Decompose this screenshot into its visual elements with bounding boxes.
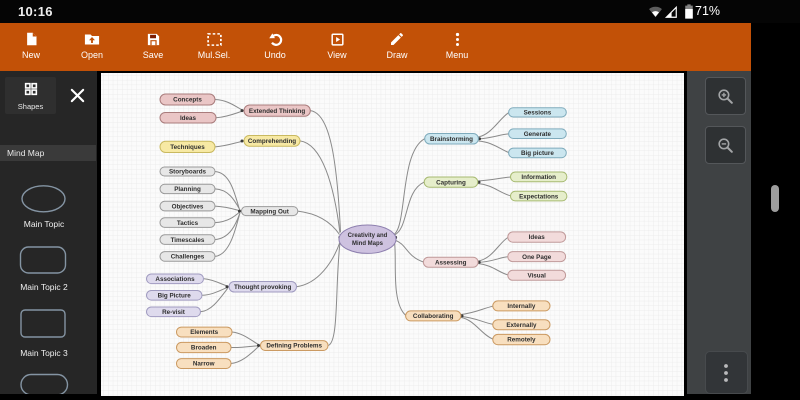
svg-text:Internally: Internally xyxy=(507,303,535,310)
svg-text:Mind Maps: Mind Maps xyxy=(352,241,384,247)
svg-text:Ideas: Ideas xyxy=(529,234,546,241)
svg-text:Challenges: Challenges xyxy=(171,254,205,261)
svg-text:Storyboards: Storyboards xyxy=(169,169,207,176)
svg-text:Narrow: Narrow xyxy=(193,361,215,368)
svg-text:Tactics: Tactics xyxy=(177,220,199,227)
svg-text:Concepts: Concepts xyxy=(173,97,202,104)
svg-text:Expectations: Expectations xyxy=(519,193,559,200)
svg-text:Capturing: Capturing xyxy=(436,179,466,186)
svg-text:One Page: One Page xyxy=(522,254,552,261)
svg-text:Defining Problems: Defining Problems xyxy=(266,343,322,350)
svg-text:Sessions: Sessions xyxy=(524,110,552,117)
svg-text:Objectives: Objectives xyxy=(172,203,204,210)
svg-text:Extended Thinking: Extended Thinking xyxy=(249,108,305,115)
svg-text:Externally: Externally xyxy=(506,322,537,329)
svg-text:Techniques: Techniques xyxy=(170,144,205,151)
svg-text:Visual: Visual xyxy=(527,273,546,280)
svg-text:Broaden: Broaden xyxy=(191,345,217,352)
svg-text:Big picture: Big picture xyxy=(521,150,554,157)
svg-text:Information: Information xyxy=(521,174,556,181)
svg-text:Timescales: Timescales xyxy=(171,237,205,244)
svg-text:Planning: Planning xyxy=(174,186,201,193)
svg-text:Big Picture: Big Picture xyxy=(158,293,192,300)
svg-text:Comprehending: Comprehending xyxy=(248,138,296,145)
svg-text:Re-visit: Re-visit xyxy=(162,309,186,316)
svg-text:Collaborating: Collaborating xyxy=(413,313,454,320)
svg-text:Creativity and: Creativity and xyxy=(348,233,388,239)
svg-text:Ideas: Ideas xyxy=(180,115,197,122)
svg-text:Associations: Associations xyxy=(155,276,195,283)
svg-text:Generate: Generate xyxy=(524,131,552,138)
svg-text:Remotely: Remotely xyxy=(507,337,536,344)
svg-text:Thought provoking: Thought provoking xyxy=(234,284,292,291)
svg-text:Brainstorming: Brainstorming xyxy=(430,136,473,143)
svg-text:Elements: Elements xyxy=(190,329,218,336)
svg-text:Mapping Out: Mapping Out xyxy=(250,208,289,215)
svg-text:Assessing: Assessing xyxy=(435,259,467,266)
